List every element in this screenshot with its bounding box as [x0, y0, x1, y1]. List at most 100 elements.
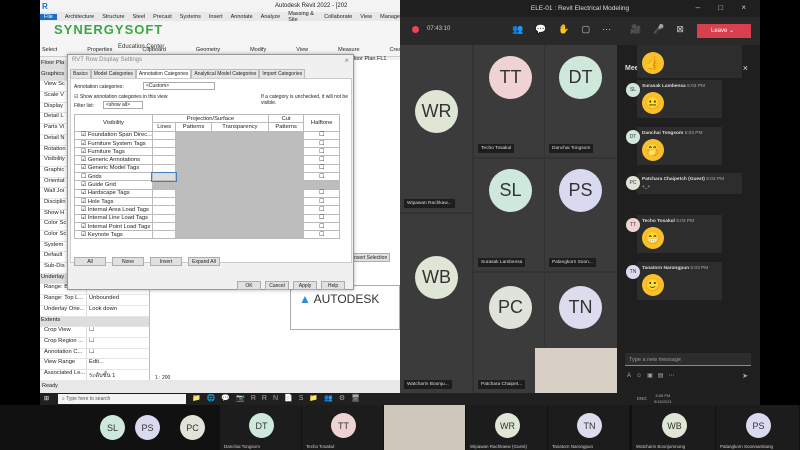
halftone-checkbox[interactable]: ☐: [303, 221, 340, 232]
category-cell[interactable]: ☑ Keynote Tags: [74, 230, 153, 240]
lines-cell[interactable]: [151, 138, 177, 149]
lines-cell[interactable]: [151, 163, 177, 174]
category-cell[interactable]: ☑ Generic Model Tags: [74, 163, 153, 174]
ribbon-tab[interactable]: Steel: [133, 14, 146, 20]
visibility-checkbox[interactable]: ☑: [81, 232, 88, 238]
ribbon-tab[interactable]: Collaborate: [324, 14, 352, 20]
show-annotation-checkbox[interactable]: ☑ Show annotation categories in this vie…: [74, 94, 167, 100]
participant-avatar[interactable]: PS: [135, 415, 160, 440]
visibility-checkbox[interactable]: ☑: [81, 207, 88, 213]
visibility-checkbox[interactable]: ☑: [81, 165, 88, 171]
ribbon-tab[interactable]: Annotate: [231, 14, 253, 20]
window-controls[interactable]: – □ ×: [696, 3, 754, 12]
ribbon-tab[interactable]: Systems: [180, 14, 201, 20]
category-row[interactable]: ☑ Keynote Tags ☐: [74, 230, 340, 240]
category-cell[interactable]: ☑ Internal Line Load Tags: [74, 213, 153, 223]
participant-thumb[interactable]: WR Wipawan Rachkaew (Guest): [466, 405, 548, 450]
lines-cell[interactable]: [151, 155, 177, 165]
participant-avatar[interactable]: PC: [180, 415, 205, 440]
category-cell[interactable]: ☑ Furniture Tags: [74, 147, 153, 157]
property-row[interactable]: View Range Edit...: [40, 359, 149, 370]
taskbar-search[interactable]: ⌕ Type here to search: [58, 394, 186, 404]
visibility-checkbox[interactable]: ☑: [81, 215, 88, 221]
property-value[interactable]: Look down: [86, 305, 117, 316]
category-cell[interactable]: ☑ Hardscape Tags: [74, 188, 153, 198]
close-chat-icon[interactable]: ×: [743, 63, 748, 73]
category-row[interactable]: ☑ Foundation Span Direc... ☐: [74, 130, 340, 140]
ribbon-tab[interactable]: Manage: [380, 14, 400, 20]
halftone-checkbox[interactable]: ☐: [303, 130, 340, 140]
table-button[interactable]: All: [74, 257, 106, 266]
send-icon[interactable]: ➤: [742, 372, 748, 380]
category-row[interactable]: ☑ Internal Line Load Tags ☐: [74, 213, 340, 223]
lines-cell[interactable]: [151, 147, 177, 157]
category-row[interactable]: ☑ Hole Tags ☐: [74, 196, 340, 207]
lines-cell[interactable]: [151, 188, 177, 198]
lines-cell[interactable]: [151, 130, 177, 140]
participant-thumb[interactable]: PS Palangkorn Soonnamtiang: [716, 405, 800, 450]
compose-icons[interactable]: A☺▣▤⋯: [627, 372, 679, 379]
property-row[interactable]: Crop View ☐: [40, 327, 149, 338]
property-row[interactable]: Annotation C... ☐: [40, 348, 149, 360]
message-input[interactable]: Type a new message: [625, 353, 751, 366]
property-value[interactable]: ระดับชั้น 1: [86, 369, 115, 380]
visibility-checkbox[interactable]: ☑: [81, 157, 88, 163]
halftone-checkbox[interactable]: ☐: [303, 172, 340, 182]
table-button[interactable]: Invert: [150, 257, 182, 266]
category-cell[interactable]: ☑ Foundation Span Direc...: [74, 130, 153, 140]
taskbar-apps[interactable]: 📁🌐💬📷RRN📄S📁👥⚙🖥: [192, 394, 366, 402]
insert-selection-button[interactable]: Insert Selection: [350, 253, 390, 262]
lines-cell[interactable]: [151, 221, 177, 232]
halftone-checkbox[interactable]: ☐: [303, 205, 340, 215]
halftone-checkbox[interactable]: ☐: [303, 155, 340, 165]
lines-cell[interactable]: [151, 205, 177, 215]
property-row[interactable]: Underlay Orie... Look down: [40, 305, 149, 317]
table-button[interactable]: Expand All: [188, 257, 220, 266]
property-row[interactable]: Range: Top L... Unbounded: [40, 295, 149, 306]
ribbon-tab[interactable]: Analyze: [261, 14, 281, 20]
ribbon-tab[interactable]: File: [40, 13, 57, 20]
av-controls[interactable]: 🎥🎤⊠: [630, 24, 696, 35]
visibility-checkbox[interactable]: ☑: [81, 224, 88, 230]
category-cell[interactable]: ☐ Grids: [74, 172, 153, 182]
property-value[interactable]: Edit...: [86, 359, 104, 369]
lines-cell[interactable]: [151, 196, 177, 207]
category-row[interactable]: ☑ Internal Area Load Tags ☐: [74, 205, 340, 215]
category-cell[interactable]: ☑ Generic Annotations: [74, 155, 153, 165]
leave-button[interactable]: Leave ⌄: [697, 24, 751, 38]
category-cell[interactable]: ☑ Guide Grid: [74, 180, 153, 190]
category-row[interactable]: ☑ Furniture System Tags ☐: [74, 138, 340, 149]
participant-tile[interactable]: WR Wipawan Rachkaw...: [400, 45, 472, 212]
visibility-checkbox[interactable]: ☑: [81, 132, 88, 138]
table-button[interactable]: None: [112, 257, 144, 266]
property-value[interactable]: ☐: [86, 327, 94, 337]
category-row[interactable]: ☑ Furniture Tags ☐: [74, 147, 340, 157]
annotation-categories-select[interactable]: <Custom>: [143, 82, 215, 90]
category-row[interactable]: ☐ Grids ☐: [74, 171, 340, 182]
lines-cell[interactable]: [151, 230, 177, 240]
halftone-checkbox[interactable]: ☐: [303, 147, 340, 157]
category-cell[interactable]: ☑ Internal Area Load Tags: [74, 205, 153, 215]
category-row[interactable]: ☑ Generic Annotations ☐: [74, 155, 340, 165]
property-value[interactable]: ☐: [86, 337, 94, 348]
halftone-checkbox[interactable]: ☐: [303, 230, 340, 240]
dialog-button[interactable]: Help: [321, 281, 345, 290]
ribbon-tab[interactable]: View: [360, 14, 372, 20]
visibility-checkbox[interactable]: ☑: [81, 190, 88, 196]
property-value[interactable]: Unbounded: [86, 295, 119, 305]
property-value[interactable]: ☐: [86, 348, 94, 359]
visibility-checkbox[interactable]: ☐: [81, 174, 88, 180]
visibility-checkbox[interactable]: ☑: [81, 141, 88, 147]
category-row[interactable]: ☑ Generic Model Tags ☐: [74, 163, 340, 174]
participant-tile[interactable]: DT Danchai Tongsom: [545, 45, 617, 157]
participant-thumb[interactable]: WB Watcharin Boonjumnong: [632, 405, 716, 450]
visibility-checkbox[interactable]: ☑: [81, 182, 88, 188]
participant-tile[interactable]: SL Surasak Lambensa: [474, 159, 544, 271]
halftone-checkbox[interactable]: ☐: [303, 138, 340, 149]
category-row[interactable]: ☑ Internal Point Load Tags ☐: [74, 221, 340, 232]
category-cell[interactable]: ☑ Hole Tags: [74, 196, 153, 207]
lines-cell[interactable]: [151, 213, 177, 223]
ribbon-tab[interactable]: Insert: [209, 14, 223, 20]
lines-cell[interactable]: [151, 171, 177, 182]
participant-thumb[interactable]: TN Tanatorn Narongpun: [548, 405, 630, 450]
